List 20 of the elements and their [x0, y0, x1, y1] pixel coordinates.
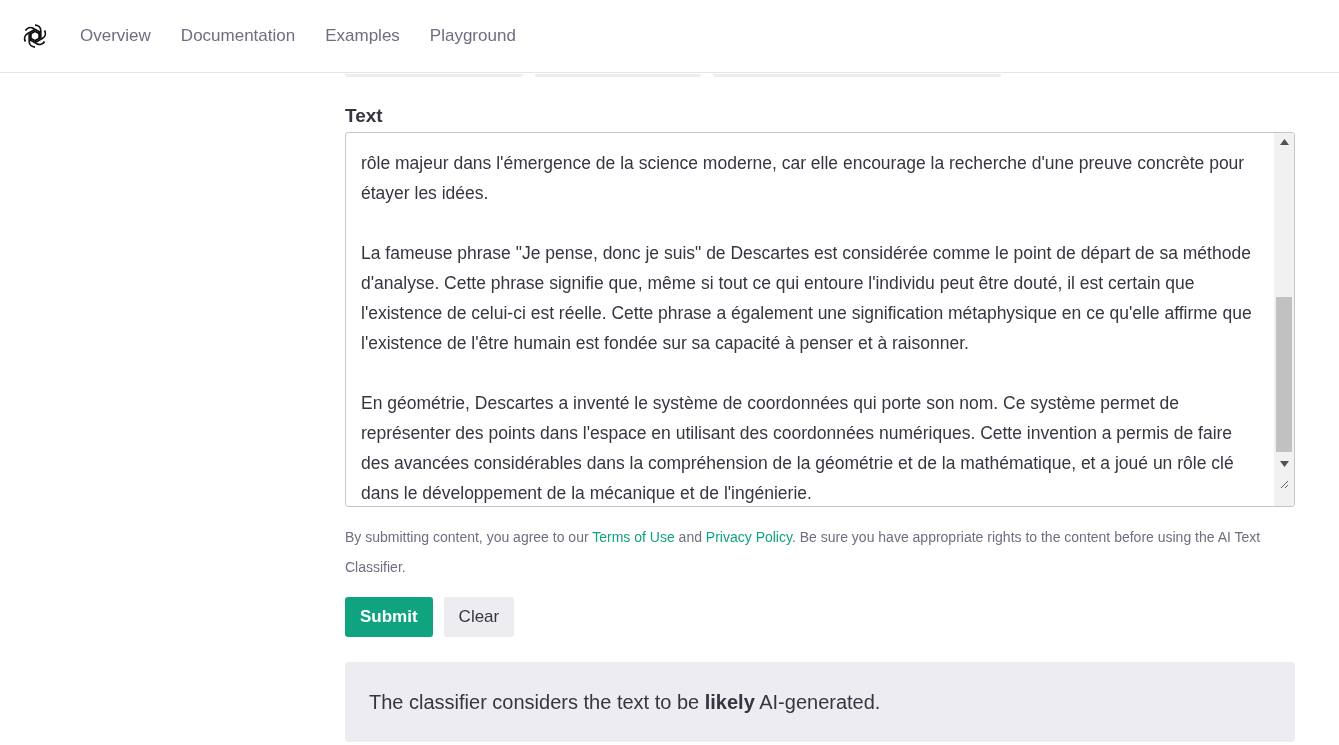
nav-link[interactable]: Examples [325, 23, 400, 49]
text-paragraph: La fameuse phrase "Je pense, donc je suis" de Descartes est considérée comme le point de départ de sa méthode d'analyse. Cette phrase signifie que, même si tout ce qui entoure l'individu peut être douté, il est certain que l'existence de celui-ci est réelle. Cette phrase a également une signification métaphysique en ce qu'elle affirme que l'existence de l'être humain est fondée sur sa capacité à penser et à raisonner. [361, 242, 1253, 355]
resize-handle-icon[interactable] [1279, 479, 1289, 489]
result-text: The classifier considers the text to be likely AI-generated. [369, 690, 881, 715]
nav-link[interactable]: Playground [429, 23, 516, 49]
text-paragraph: rôle majeur dans l'émergence de la science moderne, car elle encourage la recherche d'une preuve concrète pour étayer les idées. [361, 152, 1246, 205]
scroll-up-icon[interactable] [1279, 139, 1289, 145]
policy-link[interactable]: Privacy Policy [705, 529, 792, 545]
clear-button[interactable]: Clear [443, 597, 515, 637]
policy-link[interactable]: Terms of Use [592, 529, 675, 545]
scroll-down-icon[interactable] [1279, 461, 1289, 467]
nav-link[interactable]: Documentation [180, 23, 296, 49]
scrollbar-thumb[interactable] [1276, 297, 1292, 452]
nav-link[interactable]: Overview [80, 23, 151, 49]
scrollbar[interactable] [1274, 133, 1294, 506]
field-label: Text [345, 104, 384, 128]
text-paragraph: En géométrie, Descartes a inventé le système de coordonnées qui porte son nom. Ce système permet de représenter des points dans l'espace en utilisant des coordonnées numériques. Cette invention a permis de faire des avancées considérables dans la compréhension de la géométrie et de la mathématique, et a joué un rôle clé dans le développement de la mécanique et de l'ingénierie. [361, 392, 1235, 505]
submit-button[interactable]: Submit [345, 597, 433, 637]
disclaimer-text: By submitting content, you agree to our Terms of Use and Privacy Policy. Be sure you have appropriate rights to the content before using the AI Text Classifier. [345, 528, 1262, 577]
text-area[interactable] [345, 132, 1295, 507]
